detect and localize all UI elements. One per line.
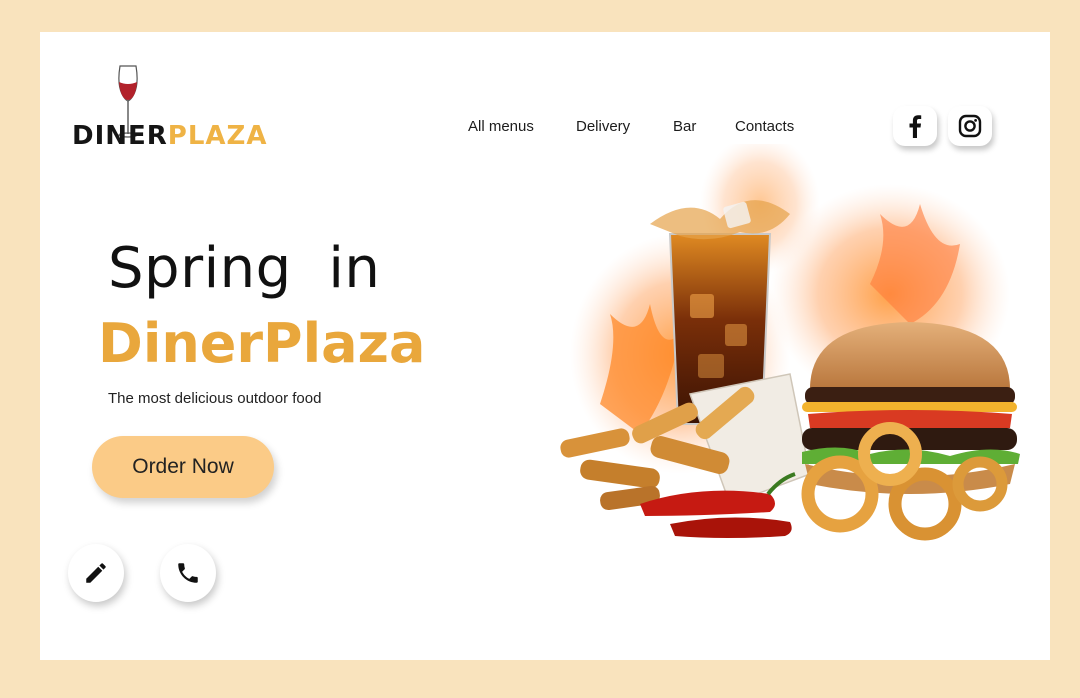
- logo-text: DINERPLAZA: [72, 121, 268, 151]
- food-illustration: [560, 144, 1020, 541]
- logo[interactable]: DINERPLAZA: [72, 64, 272, 151]
- instagram-icon: [958, 114, 982, 138]
- nav-link-delivery[interactable]: Delivery: [576, 118, 630, 135]
- hero-subtitle: The most delicious outdoor food: [108, 390, 322, 407]
- pencil-icon: [86, 563, 106, 583]
- nav-link-bar[interactable]: Bar: [673, 118, 696, 135]
- call-button[interactable]: [160, 544, 216, 602]
- nav-link-contacts[interactable]: Contacts: [735, 118, 794, 135]
- phone-icon: [178, 563, 198, 583]
- facebook-button[interactable]: [893, 106, 937, 146]
- facebook-icon: [909, 115, 922, 138]
- nav-link-all-menus[interactable]: All menus: [468, 118, 534, 135]
- logo-text-accent: PLAZA: [167, 121, 268, 151]
- edit-button[interactable]: [68, 544, 124, 602]
- instagram-button[interactable]: [948, 106, 992, 146]
- order-now-button[interactable]: Order Now: [92, 436, 274, 498]
- logo-text-primary: DINER: [72, 121, 168, 151]
- hero-title-line2: DinerPlaza: [98, 312, 426, 375]
- main-card: DINERPLAZA All menus Delivery Bar Contac…: [40, 32, 1050, 660]
- hero-title-line1: Spring in: [108, 236, 381, 301]
